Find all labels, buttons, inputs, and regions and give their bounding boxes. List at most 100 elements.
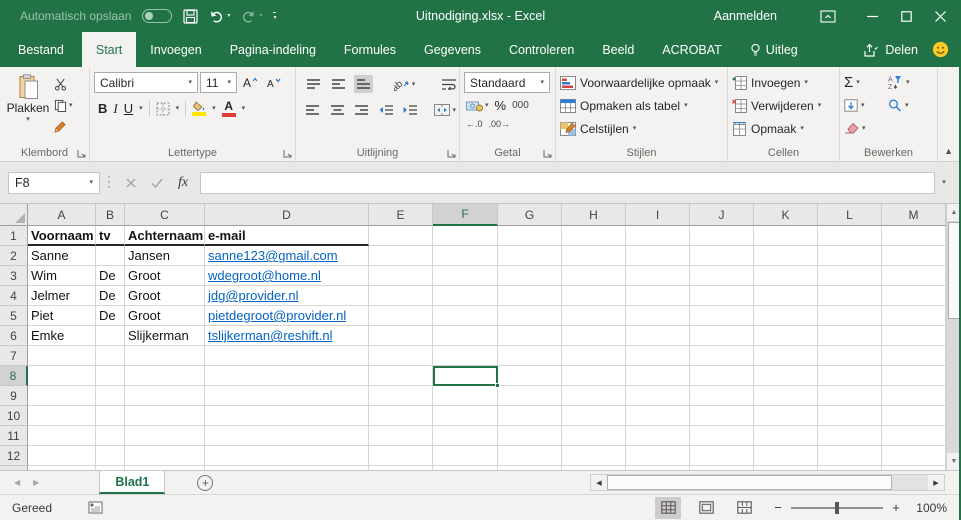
cell-F7[interactable] bbox=[433, 346, 498, 366]
copy-dropdown-icon[interactable]: ▾ bbox=[69, 102, 73, 109]
sheet-tab-blad1[interactable]: Blad1 bbox=[99, 471, 166, 494]
row-header-10[interactable]: 10 bbox=[0, 406, 28, 426]
underline-button[interactable]: U bbox=[124, 101, 133, 116]
zoom-in-button[interactable]: + bbox=[891, 500, 901, 515]
page-layout-view-button[interactable] bbox=[693, 497, 719, 519]
feedback-smiley-button[interactable] bbox=[932, 41, 949, 58]
column-header-F[interactable]: F bbox=[433, 204, 498, 226]
tab-start[interactable]: Start bbox=[81, 32, 137, 67]
cell-E1[interactable] bbox=[369, 226, 433, 246]
cell-B5[interactable]: De bbox=[96, 306, 125, 326]
cell-G8[interactable] bbox=[498, 366, 562, 386]
normal-view-button[interactable] bbox=[655, 496, 681, 519]
cell-L9[interactable] bbox=[818, 386, 882, 406]
orientation-button[interactable]: ab ▾ bbox=[394, 77, 416, 91]
cell-D7[interactable] bbox=[205, 346, 369, 366]
cell-J1[interactable] bbox=[690, 226, 754, 246]
insert-function-button[interactable]: fx bbox=[170, 172, 196, 194]
decrease-indent-button[interactable] bbox=[377, 101, 394, 119]
cell-G1[interactable] bbox=[498, 226, 562, 246]
cell-C3[interactable]: Groot bbox=[125, 266, 205, 286]
cell-C1[interactable]: Achternaam bbox=[125, 226, 205, 246]
font-name-select[interactable]: Calibri ▾ bbox=[94, 72, 198, 93]
accounting-dropdown-icon[interactable]: ▾ bbox=[485, 102, 489, 109]
cell-K1[interactable] bbox=[754, 226, 818, 246]
macro-record-button[interactable] bbox=[88, 501, 103, 514]
cell-D2[interactable]: sanne123@gmail.com bbox=[205, 246, 369, 266]
delete-cells-button[interactable]: Verwijderen ▾ bbox=[732, 95, 836, 116]
column-header-C[interactable]: C bbox=[125, 204, 205, 226]
cell-L10[interactable] bbox=[818, 406, 882, 426]
cell-H4[interactable] bbox=[562, 286, 626, 306]
cell-F2[interactable] bbox=[433, 246, 498, 266]
cell-G5[interactable] bbox=[498, 306, 562, 326]
cell-E11[interactable] bbox=[369, 426, 433, 446]
tab-bestand[interactable]: Bestand bbox=[0, 32, 82, 67]
cell-K8[interactable] bbox=[754, 366, 818, 386]
cell-H3[interactable] bbox=[562, 266, 626, 286]
cell-C6[interactable]: Slijkerman bbox=[125, 326, 205, 346]
cell-K6[interactable] bbox=[754, 326, 818, 346]
column-header-K[interactable]: K bbox=[754, 204, 818, 226]
cell-I10[interactable] bbox=[626, 406, 690, 426]
cell-H9[interactable] bbox=[562, 386, 626, 406]
minimize-button[interactable] bbox=[855, 0, 889, 32]
tab-gegevens[interactable]: Gegevens bbox=[410, 32, 495, 67]
cell-E12[interactable] bbox=[369, 446, 433, 466]
cancel-button[interactable] bbox=[118, 172, 144, 194]
tab-acrobat[interactable]: ACROBAT bbox=[648, 32, 736, 67]
tab-pagina-indeling[interactable]: Pagina-indeling bbox=[216, 32, 330, 67]
cell-H5[interactable] bbox=[562, 306, 626, 326]
cell-I3[interactable] bbox=[626, 266, 690, 286]
clipboard-dialog-launcher[interactable] bbox=[77, 149, 86, 158]
align-bottom-button[interactable] bbox=[354, 75, 373, 93]
autosum-button[interactable]: Σ ▾ bbox=[844, 72, 888, 92]
font-dialog-launcher[interactable] bbox=[283, 149, 292, 158]
cell-J6[interactable] bbox=[690, 326, 754, 346]
cell-I7[interactable] bbox=[626, 346, 690, 366]
align-right-button[interactable] bbox=[353, 101, 370, 119]
clear-button[interactable]: ▾ bbox=[844, 118, 888, 138]
cell-G11[interactable] bbox=[498, 426, 562, 446]
row-header-12[interactable]: 12 bbox=[0, 446, 28, 466]
column-header-D[interactable]: D bbox=[205, 204, 369, 226]
cell-L12[interactable] bbox=[818, 446, 882, 466]
cell-G2[interactable] bbox=[498, 246, 562, 266]
customize-qat-button[interactable]: ▾ bbox=[273, 11, 277, 21]
cell-J3[interactable] bbox=[690, 266, 754, 286]
cell-F11[interactable] bbox=[433, 426, 498, 446]
cell-H10[interactable] bbox=[562, 406, 626, 426]
cell-C7[interactable] bbox=[125, 346, 205, 366]
increase-decimal-button[interactable]: ←.0 bbox=[466, 119, 483, 129]
cell-M4[interactable] bbox=[882, 286, 946, 306]
page-break-view-button[interactable] bbox=[731, 497, 757, 519]
formula-input[interactable] bbox=[200, 171, 935, 194]
cell-D5[interactable]: pietdegroot@provider.nl bbox=[205, 306, 369, 326]
cell-B4[interactable]: De bbox=[96, 286, 125, 306]
cell-L11[interactable] bbox=[818, 426, 882, 446]
cell-B10[interactable] bbox=[96, 406, 125, 426]
cell-L6[interactable] bbox=[818, 326, 882, 346]
zoom-out-button[interactable]: − bbox=[773, 500, 783, 515]
cell-G7[interactable] bbox=[498, 346, 562, 366]
cell-I1[interactable] bbox=[626, 226, 690, 246]
cell-K11[interactable] bbox=[754, 426, 818, 446]
cell-M2[interactable] bbox=[882, 246, 946, 266]
cell-H6[interactable] bbox=[562, 326, 626, 346]
cell-M7[interactable] bbox=[882, 346, 946, 366]
cell-L4[interactable] bbox=[818, 286, 882, 306]
cell-E3[interactable] bbox=[369, 266, 433, 286]
cell-D11[interactable] bbox=[205, 426, 369, 446]
cell-D3[interactable]: wdegroot@home.nl bbox=[205, 266, 369, 286]
alignment-dialog-launcher[interactable] bbox=[447, 149, 456, 158]
cell-C11[interactable] bbox=[125, 426, 205, 446]
orientation-dropdown-icon[interactable]: ▾ bbox=[412, 81, 416, 88]
cell-J4[interactable] bbox=[690, 286, 754, 306]
cell-M3[interactable] bbox=[882, 266, 946, 286]
row-header-9[interactable]: 9 bbox=[0, 386, 28, 406]
cell-I12[interactable] bbox=[626, 446, 690, 466]
cell-A7[interactable] bbox=[28, 346, 96, 366]
cell-A9[interactable] bbox=[28, 386, 96, 406]
cell-E6[interactable] bbox=[369, 326, 433, 346]
save-button[interactable] bbox=[183, 8, 199, 24]
